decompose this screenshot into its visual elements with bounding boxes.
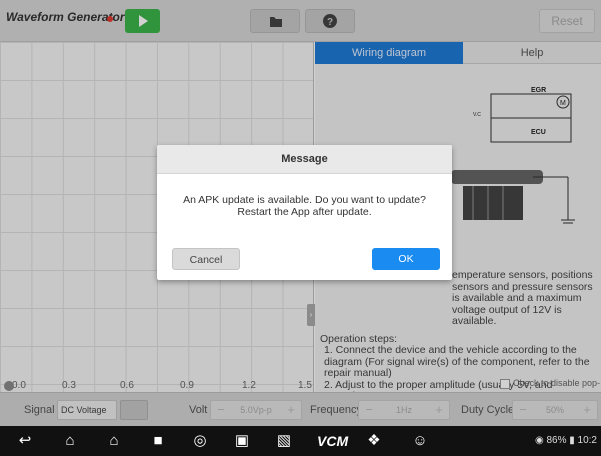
dialog-message: An APK update is available. Do you want …	[183, 194, 426, 218]
home-icon[interactable]: ⌂	[60, 432, 80, 450]
android-nav-bar: ↩ ⌂ ⌂ ■ ◎ ▣ ▧ VCM ❖ ☺ ◉ 86% ▮ 10:2	[0, 426, 601, 456]
wifi-icon: ◉	[534, 435, 547, 446]
back-icon[interactable]: ↩	[15, 432, 35, 450]
dialog-title: Message	[157, 145, 452, 174]
ok-button[interactable]: OK	[372, 248, 440, 270]
vcm-icon[interactable]: VCM	[317, 433, 348, 449]
house-icon[interactable]: ⌂	[104, 432, 124, 450]
support-icon[interactable]: ☺	[410, 432, 430, 450]
status-area: ◉ 86% ▮ 10:2	[535, 435, 597, 446]
browser-icon[interactable]: ◎	[190, 432, 210, 450]
clock: 10:2	[577, 435, 597, 446]
recent-apps-icon[interactable]: ■	[148, 432, 168, 450]
car-icon[interactable]: ❖	[364, 432, 384, 450]
screenshot-icon[interactable]: ▧	[274, 432, 294, 450]
update-dialog: Message An APK update is available. Do y…	[157, 145, 452, 280]
battery-level: 86%	[546, 435, 567, 446]
camera-icon[interactable]: ▣	[232, 432, 252, 450]
battery-icon: ▮	[569, 435, 578, 446]
cancel-button[interactable]: Cancel	[172, 248, 240, 270]
